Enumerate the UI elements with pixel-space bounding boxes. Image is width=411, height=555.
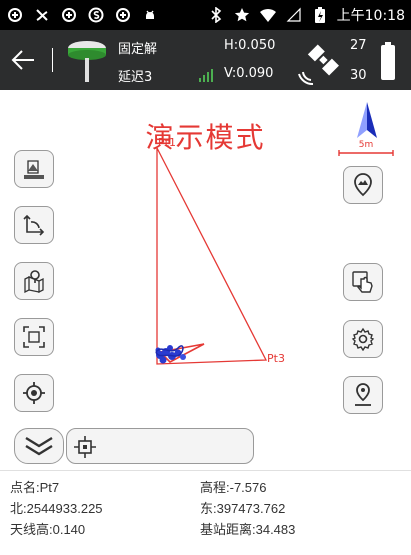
base-station-button[interactable] <box>343 166 383 204</box>
cell-signal-icon <box>285 6 303 24</box>
scale-label: 5m <box>358 140 374 150</box>
arrow-left-icon <box>11 50 34 70</box>
point-name: 点名:Pt7 <box>10 480 60 495</box>
northing: 北:2544933.225 <box>10 501 103 516</box>
satellites-visible: 30 <box>350 68 367 83</box>
latency-label: 延迟3 <box>118 70 153 85</box>
double-chevron-down-icon <box>25 436 53 456</box>
satellite-icon[interactable] <box>296 40 344 86</box>
map-location-button[interactable] <box>14 262 54 300</box>
elevation: 高程:-7.576 <box>200 480 267 495</box>
map-marker-icon <box>355 383 371 406</box>
bluetooth-icon <box>207 6 225 24</box>
satellites-used: 27 <box>350 38 367 53</box>
axis-rotate-icon <box>23 214 45 236</box>
gnss-receiver-icon[interactable] <box>66 38 108 84</box>
bluetooth-scan-icon <box>33 6 51 24</box>
battery-charging-icon <box>311 6 329 24</box>
hand-pointer-icon <box>352 271 373 293</box>
s-logo-icon <box>87 6 105 24</box>
fullscreen-icon <box>23 326 45 348</box>
point-label-pt3: Pt3 <box>267 352 285 365</box>
stakeout-point-button[interactable] <box>343 376 383 414</box>
back-button[interactable] <box>6 42 40 78</box>
north-arrow-icon[interactable] <box>354 102 380 140</box>
coordinate-transform-button[interactable] <box>14 206 54 244</box>
status-time: 上午10:18 <box>336 8 405 24</box>
collapse-panel-button[interactable] <box>14 428 64 464</box>
crosshair-icon <box>23 382 45 404</box>
header-divider <box>52 48 53 72</box>
base-distance: 基站距离:34.483 <box>200 522 296 537</box>
zoom-extent-button[interactable] <box>14 318 54 356</box>
layer-manager-button[interactable] <box>14 150 54 188</box>
horizontal-precision: H:0.050 <box>224 38 276 53</box>
scale-bar: 5m <box>338 140 394 156</box>
locate-me-button[interactable] <box>14 374 54 412</box>
app-notification-icon <box>60 6 78 24</box>
antenna-height: 天线高:0.140 <box>10 522 86 537</box>
point-info-panel: 点名:Pt7 高程:-7.576 北:2544933.225 东:397473.… <box>0 470 411 555</box>
point-info-bar[interactable] <box>66 428 254 464</box>
location-mountain-icon <box>354 173 372 197</box>
layers-icon <box>24 160 44 179</box>
vertical-precision: V:0.090 <box>224 66 274 81</box>
app-notification-icon <box>6 6 24 24</box>
receiver-battery-icon <box>381 42 395 80</box>
wifi-icon <box>259 6 277 24</box>
signal-bars-icon <box>199 69 213 82</box>
settings-button[interactable] <box>343 320 383 358</box>
solution-status: 固定解 <box>118 42 158 57</box>
map-pin-icon <box>24 270 44 293</box>
status-bar: 上午10:18 <box>0 0 411 30</box>
star-icon <box>233 6 251 24</box>
touch-select-button[interactable] <box>343 263 383 301</box>
app-notification-icon <box>114 6 132 24</box>
easting: 东:397473.762 <box>200 501 286 516</box>
stakeout-triangle <box>156 147 268 365</box>
android-debug-icon <box>141 6 159 24</box>
gear-icon <box>351 327 375 351</box>
gnss-header: 固定解 延迟3 H:0.050 V:0.090 27 30 <box>0 30 411 90</box>
target-point-icon <box>74 436 96 458</box>
